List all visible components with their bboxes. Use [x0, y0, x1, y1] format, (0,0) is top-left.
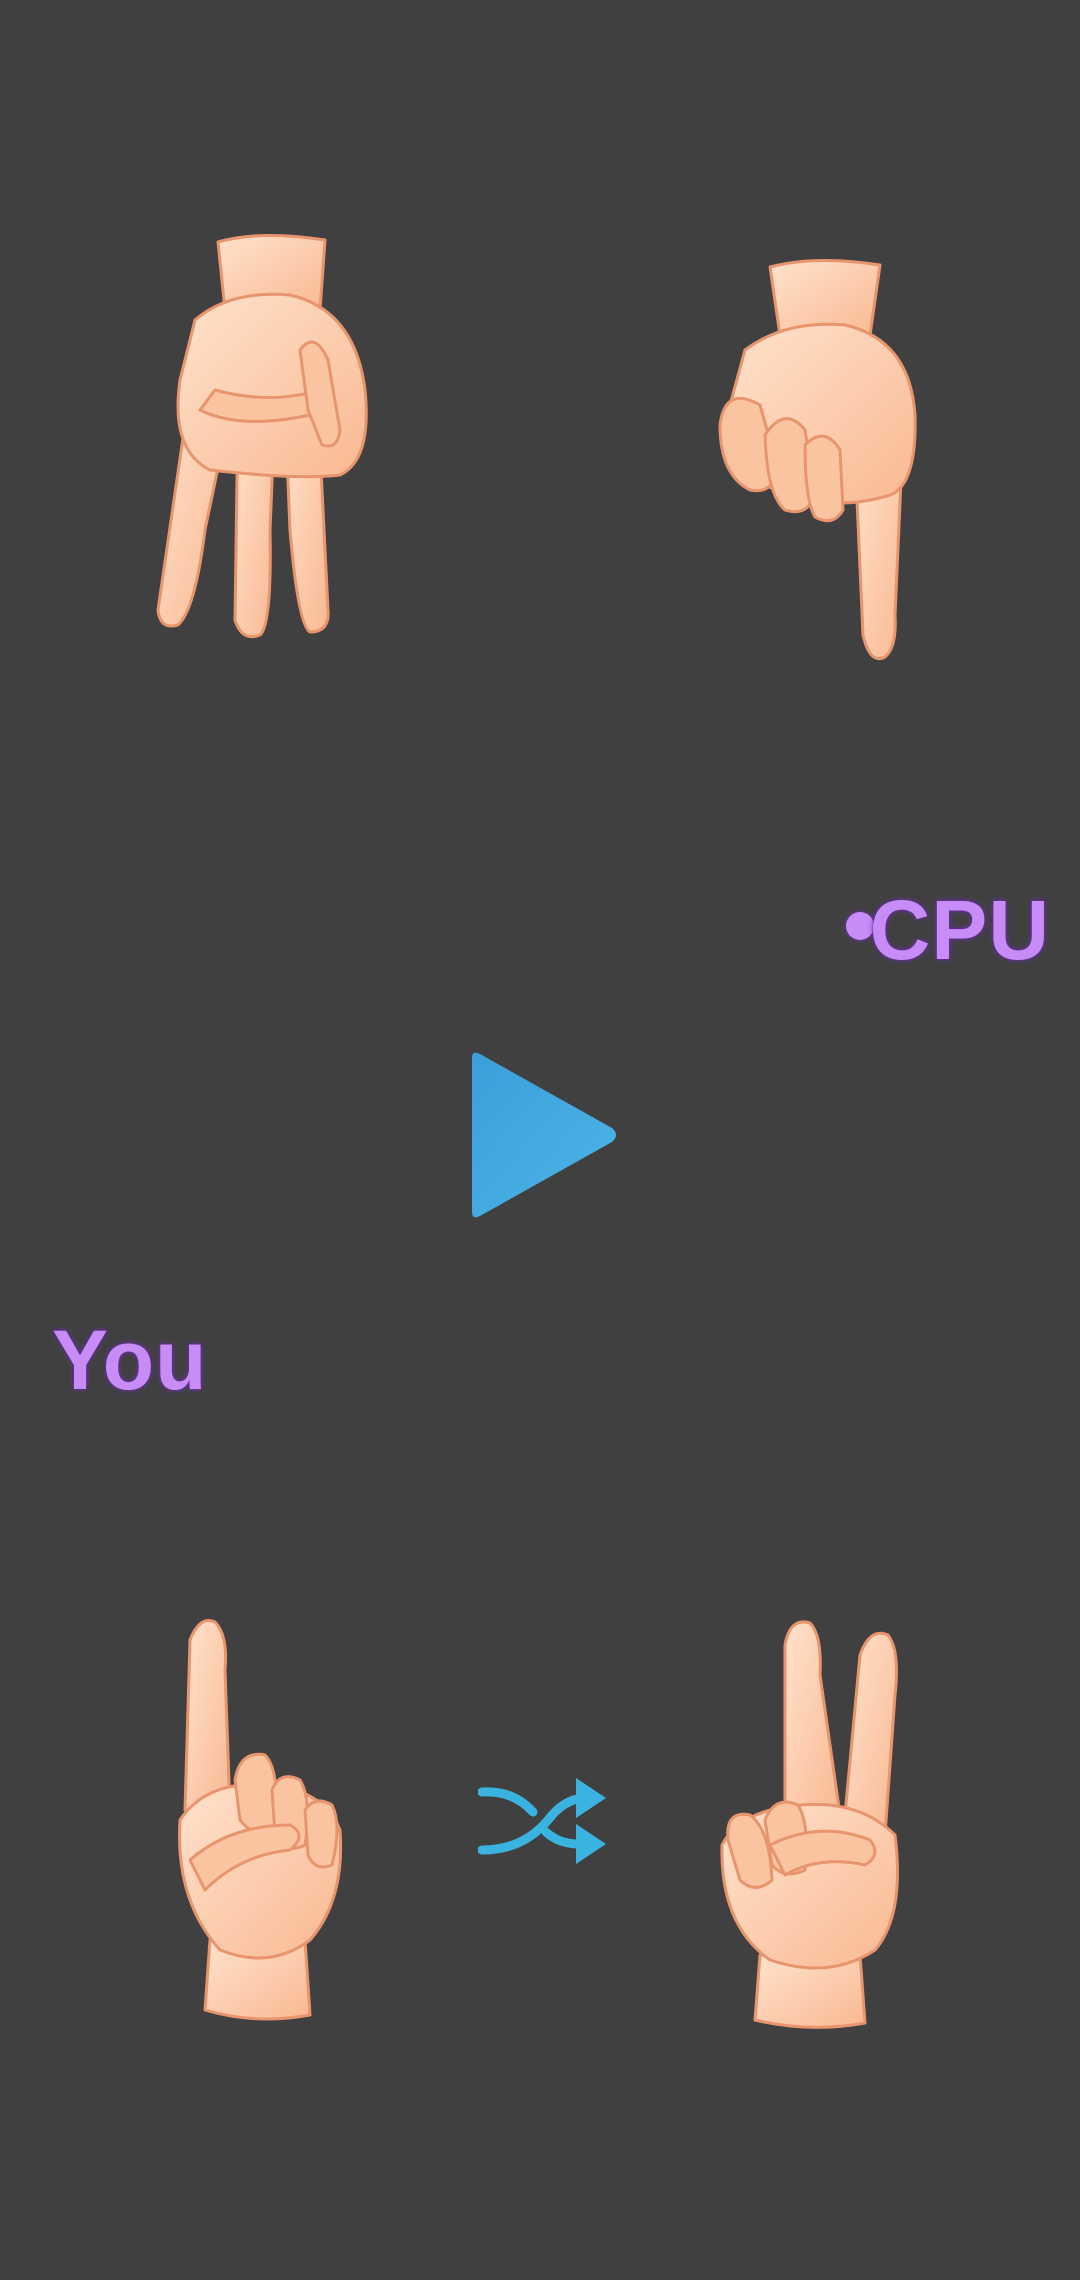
one-finger-hand-icon: [178, 1619, 343, 2021]
play-icon: [472, 1052, 616, 1218]
cpu-label: CPU: [869, 883, 1050, 977]
cpu-hand-left: [150, 230, 390, 650]
shuffle-button[interactable]: [478, 1770, 608, 1870]
play-button[interactable]: [462, 1050, 622, 1220]
you-hand-left[interactable]: [160, 1610, 400, 2030]
two-fingers-hand-icon: [720, 1620, 899, 2029]
one-finger-hand-icon: [718, 258, 917, 661]
three-fingers-hand-icon: [156, 233, 368, 639]
cpu-hand-right: [705, 255, 945, 675]
you-hand-right[interactable]: [710, 1615, 950, 2035]
shuffle-icon: [478, 1778, 606, 1864]
you-label: You: [52, 1313, 208, 1407]
